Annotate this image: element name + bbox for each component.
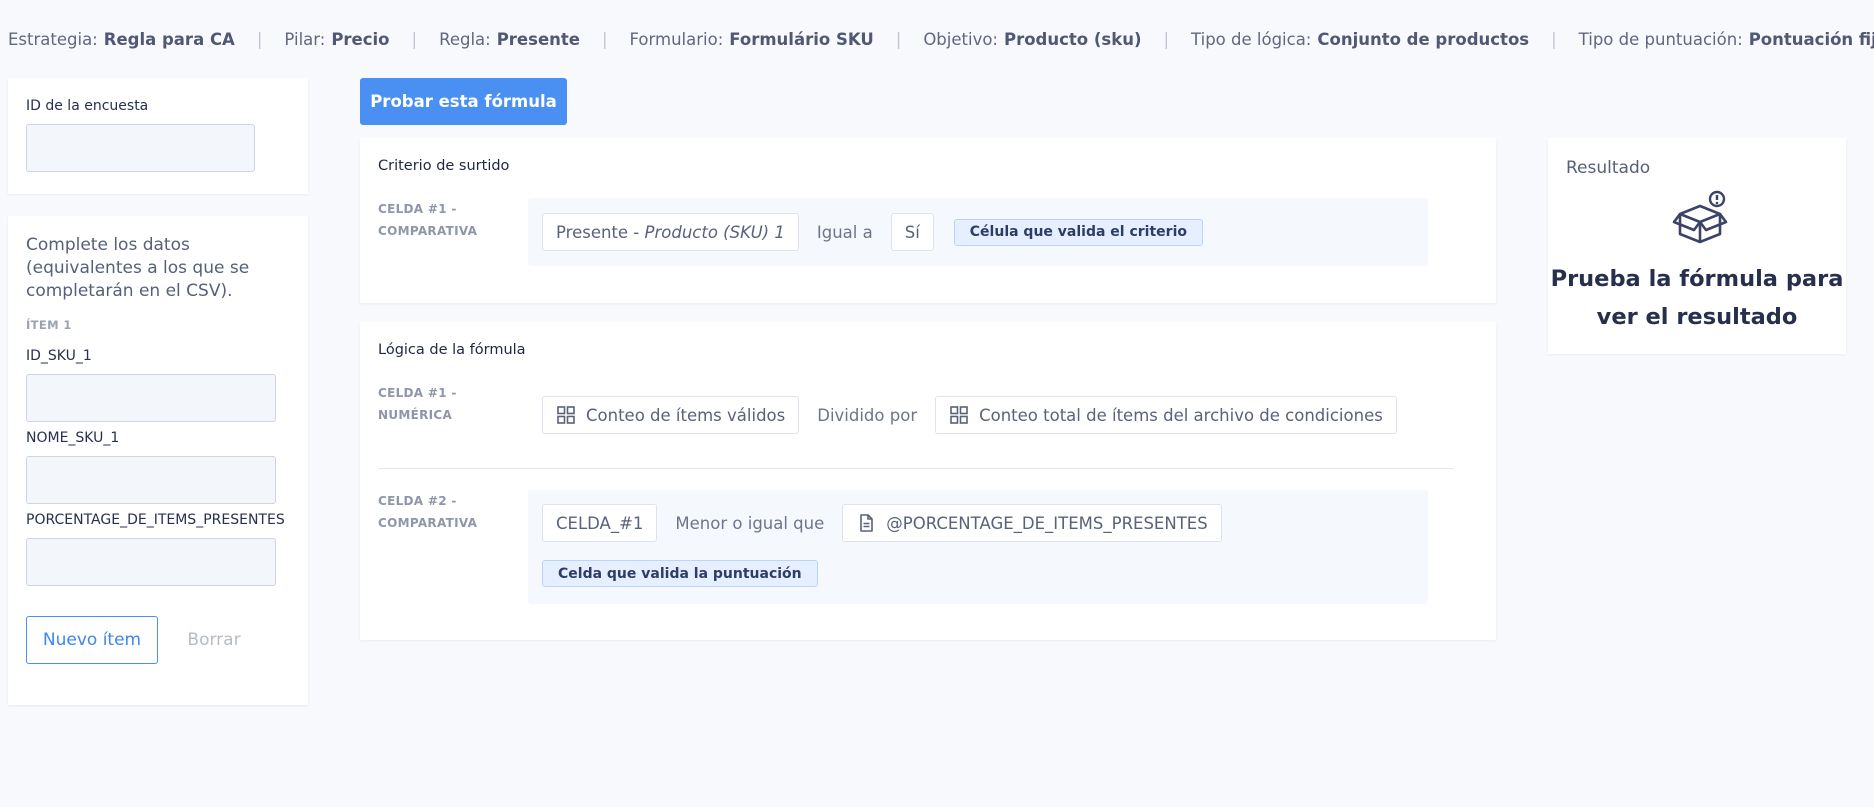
clear-button[interactable]: Borrar <box>174 616 254 664</box>
crumb-separator: | <box>895 30 902 49</box>
crumb-tipo-logica: Tipo de lógica: Conjunto de productos <box>1191 30 1530 49</box>
criteria-value-chip[interactable]: Sí <box>890 213 934 251</box>
total-items-count-chip[interactable]: Conteo total de ítems del archivo de con… <box>935 396 1397 434</box>
logic-cell2-operator: Menor o igual que <box>675 513 825 533</box>
criteria-operator: Igual a <box>816 222 873 242</box>
grid-icon <box>950 406 968 424</box>
item-heading: ÍTEM 1 <box>26 318 72 332</box>
criteria-operand-chip[interactable]: Presente - Producto (SKU) 1 <box>542 213 799 251</box>
breadcrumb: Estrategia: Regla para CA | Pilar: Precio … <box>8 30 1874 49</box>
result-message: Prueba la fórmula para ver el resultado <box>1550 266 1844 330</box>
box-alert-icon <box>1672 190 1728 244</box>
logic-cell1-expression: Conteo de ítems válidos Dividido por Con… <box>542 396 1397 434</box>
field-label-porcentage: PORCENTAGE_DE_ITEMS_PRESENTES <box>26 512 285 528</box>
crumb-separator: | <box>256 30 263 49</box>
survey-id-label: ID de la encuesta <box>26 98 149 114</box>
field-label-id-sku: ID_SKU_1 <box>26 348 92 364</box>
criteria-valid-tag: Célula que valida el criterio <box>953 218 1203 246</box>
logic-panel: Lógica de la fórmula CELDA #1 - NUMÉRICA… <box>360 322 1496 640</box>
criteria-title: Criterio de surtido <box>378 158 510 174</box>
crumb-regla: Regla: Presente <box>439 30 580 49</box>
logic-title: Lógica de la fórmula <box>378 342 526 358</box>
nome-sku-input[interactable] <box>26 456 276 504</box>
survey-id-input[interactable] <box>26 124 255 172</box>
crumb-pilar: Pilar: Precio <box>284 30 390 49</box>
cell1-reference-chip[interactable]: CELDA_#1 <box>542 504 658 542</box>
field-label-nome-sku: NOME_SKU_1 <box>26 430 120 446</box>
crumb-estrategia: Estrategia: Regla para CA <box>8 30 235 49</box>
csv-data-card: Complete los datos (equivalentes a los q… <box>8 216 308 705</box>
criteria-cell1-expression: Presente - Producto (SKU) 1 Igual a Sí C… <box>542 213 1203 251</box>
logic-cell1-label: CELDA #1 - NUMÉRICA <box>378 386 457 422</box>
score-valid-tag: Celda que valida la puntuación <box>542 560 818 587</box>
criteria-cell1-label: CELDA #1 - COMPARATIVA <box>378 202 478 238</box>
logic-divider <box>378 468 1454 469</box>
data-intro-text: Complete los datos (equivalentes a los q… <box>26 235 250 301</box>
porcentage-input[interactable] <box>26 538 276 586</box>
result-card: Resultado Prueba la fórmula para ver el … <box>1548 138 1846 354</box>
crumb-objetivo: Objetivo: Producto (sku) <box>923 30 1142 49</box>
logic-cell2-label: CELDA #2 - COMPARATIVA <box>378 494 478 530</box>
valid-items-count-chip[interactable]: Conteo de ítems válidos <box>542 396 800 434</box>
logic-cell2-tag-row: Celda que valida la puntuación <box>542 560 818 587</box>
grid-icon <box>557 406 575 424</box>
new-item-button[interactable]: Nuevo ítem <box>26 616 158 664</box>
criteria-panel: Criterio de surtido CELDA #1 - COMPARATI… <box>360 138 1496 303</box>
logic-cell1-operator: Dividido por <box>817 405 918 425</box>
logic-cell2-expression: CELDA_#1 Menor o igual que @PORCENTAGE_D… <box>542 504 1222 542</box>
id-sku-input[interactable] <box>26 374 276 422</box>
porcentage-variable-chip[interactable]: @PORCENTAGE_DE_ITEMS_PRESENTES <box>842 504 1222 542</box>
crumb-separator: | <box>411 30 418 49</box>
test-formula-button[interactable]: Probar esta fórmula <box>360 78 567 125</box>
result-title: Resultado <box>1566 158 1651 178</box>
crumb-formulario: Formulario: Formulário SKU <box>629 30 874 49</box>
crumb-separator: | <box>601 30 608 49</box>
survey-id-card: ID de la encuesta <box>8 78 308 194</box>
crumb-separator: | <box>1551 30 1557 49</box>
crumb-separator: | <box>1163 30 1170 49</box>
document-icon <box>860 514 874 532</box>
crumb-tipo-puntuacion: Tipo de puntuación:Pontuación fija <box>1578 30 1874 49</box>
